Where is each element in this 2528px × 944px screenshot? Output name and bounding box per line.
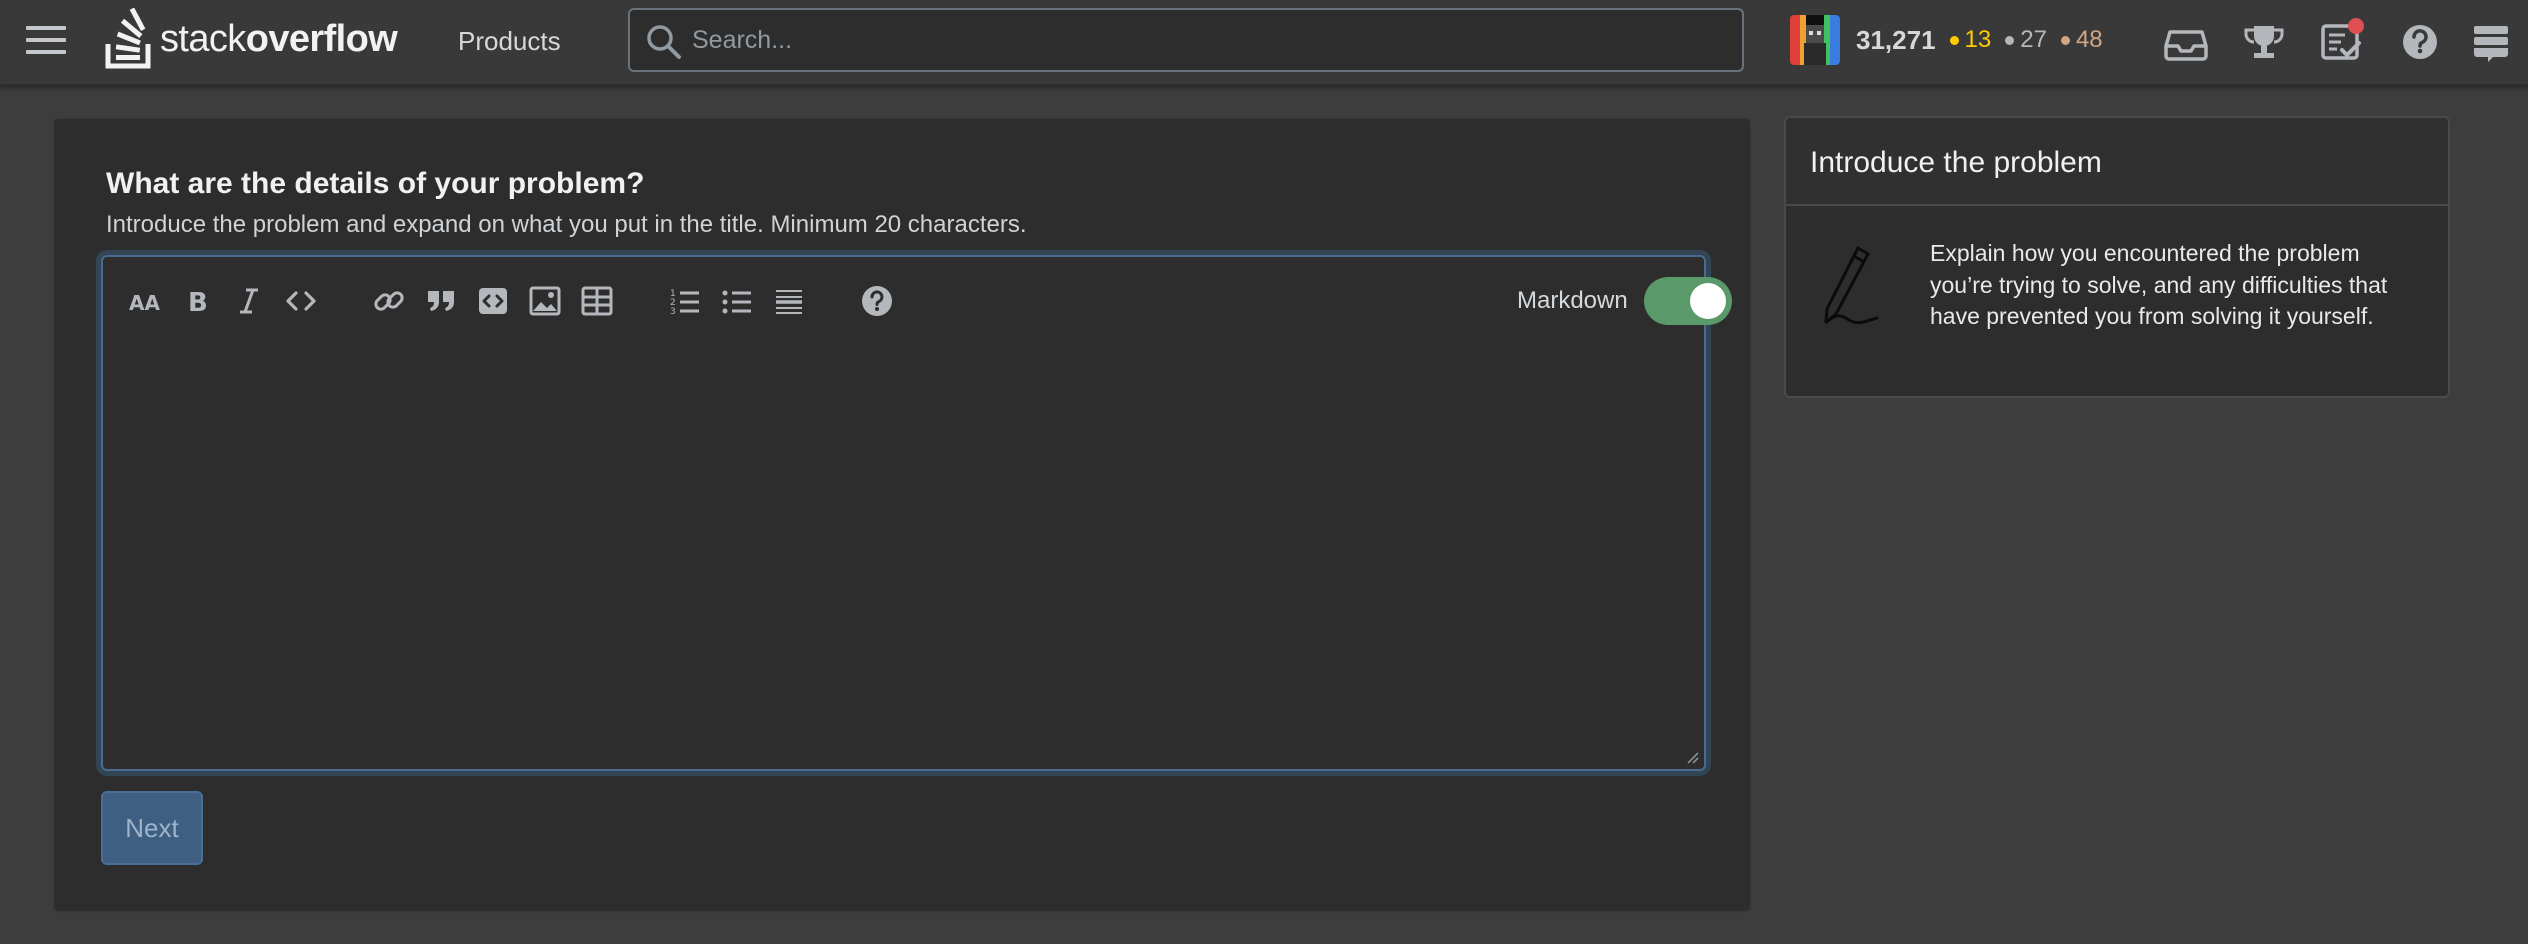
markdown-toggle[interactable] bbox=[1644, 277, 1732, 325]
heading-button[interactable]: AA bbox=[123, 279, 167, 323]
silver-badge-count: 27 bbox=[2005, 26, 2047, 54]
image-icon bbox=[529, 286, 561, 316]
unordered-list-icon bbox=[722, 290, 751, 314]
code-block-button[interactable] bbox=[471, 279, 515, 323]
markdown-label: Markdown bbox=[1517, 287, 1628, 314]
svg-text:B: B bbox=[188, 288, 208, 318]
ordered-list-icon: 1 2 3 bbox=[670, 289, 699, 317]
top-bar: stackoverflow Products 31,271 13 27 48 bbox=[0, 0, 2528, 86]
toggle-knob bbox=[1690, 283, 1726, 319]
blockquote-icon bbox=[428, 291, 454, 311]
blockquote-button[interactable] bbox=[419, 279, 463, 323]
bold-icon: B bbox=[188, 288, 208, 318]
link-button[interactable] bbox=[367, 279, 411, 323]
inbox-icon[interactable] bbox=[2162, 18, 2210, 66]
italic-icon bbox=[240, 288, 258, 314]
logo-text: stackoverflow bbox=[160, 17, 398, 60]
sidebar-text: Explain how you encountered the problem … bbox=[1930, 240, 2388, 329]
help-icon[interactable] bbox=[2396, 18, 2444, 66]
pen-icon bbox=[1824, 246, 1879, 325]
search-icon bbox=[647, 25, 681, 59]
inline-code-button[interactable] bbox=[279, 279, 323, 323]
heading-icon: AA bbox=[129, 291, 160, 315]
stackoverflow-logo[interactable]: stackoverflow bbox=[104, 6, 398, 72]
user-profile-link[interactable]: 31,271 13 27 48 bbox=[1790, 14, 2103, 66]
gold-badge-count: 13 bbox=[1949, 26, 1991, 54]
stack-logo-icon bbox=[105, 8, 151, 69]
bronze-badge-count: 48 bbox=[2060, 26, 2103, 54]
notification-dot bbox=[2348, 18, 2364, 34]
reputation-count: 31,271 bbox=[1856, 24, 1936, 55]
menu-icon[interactable] bbox=[26, 26, 66, 58]
svg-text:3: 3 bbox=[670, 307, 676, 317]
achievements-icon[interactable] bbox=[2240, 18, 2288, 66]
horizontal-rule-button[interactable] bbox=[767, 279, 811, 323]
avatar bbox=[1790, 15, 1840, 65]
section-title: What are the details of your problem? bbox=[106, 167, 645, 200]
question-body-card: What are the details of your problem? In… bbox=[52, 117, 1752, 913]
link-icon bbox=[374, 291, 404, 311]
horizontal-rule-icon bbox=[776, 290, 802, 314]
question-body-textarea[interactable] bbox=[103, 347, 1704, 767]
ordered-list-button[interactable]: 1 2 3 bbox=[663, 279, 707, 323]
search-input[interactable] bbox=[692, 16, 1722, 64]
code-block-icon bbox=[479, 288, 507, 314]
svg-text:AA: AA bbox=[129, 291, 160, 315]
sidebar-title: Introduce the problem bbox=[1786, 118, 2448, 206]
sidebar-body: Explain how you encountered the problem … bbox=[1786, 206, 2448, 396]
next-button[interactable]: Next bbox=[101, 791, 203, 865]
table-icon bbox=[581, 286, 613, 316]
products-menu[interactable]: Products bbox=[436, 18, 583, 65]
resize-handle-icon[interactable] bbox=[1684, 749, 1700, 765]
review-queues-button[interactable] bbox=[2318, 18, 2366, 66]
image-button[interactable] bbox=[523, 279, 567, 323]
help-sidebar-card: Introduce the problem Explain how you en… bbox=[1784, 116, 2450, 398]
site-switcher-icon[interactable] bbox=[2468, 18, 2516, 66]
section-description: Introduce the problem and expand on what… bbox=[106, 211, 1027, 238]
markdown-editor: AA B 1 2 3 Markdown bbox=[101, 255, 1732, 771]
italic-button[interactable] bbox=[227, 279, 271, 323]
table-button[interactable] bbox=[575, 279, 619, 323]
editor-help-button[interactable] bbox=[855, 279, 899, 323]
code-icon bbox=[286, 291, 316, 311]
search-box[interactable] bbox=[628, 8, 1744, 72]
bold-button[interactable]: B bbox=[175, 279, 219, 323]
editor-toolbar: AA B 1 2 3 Markdown bbox=[103, 257, 1732, 347]
unordered-list-button[interactable] bbox=[715, 279, 759, 323]
help-icon bbox=[862, 286, 892, 316]
